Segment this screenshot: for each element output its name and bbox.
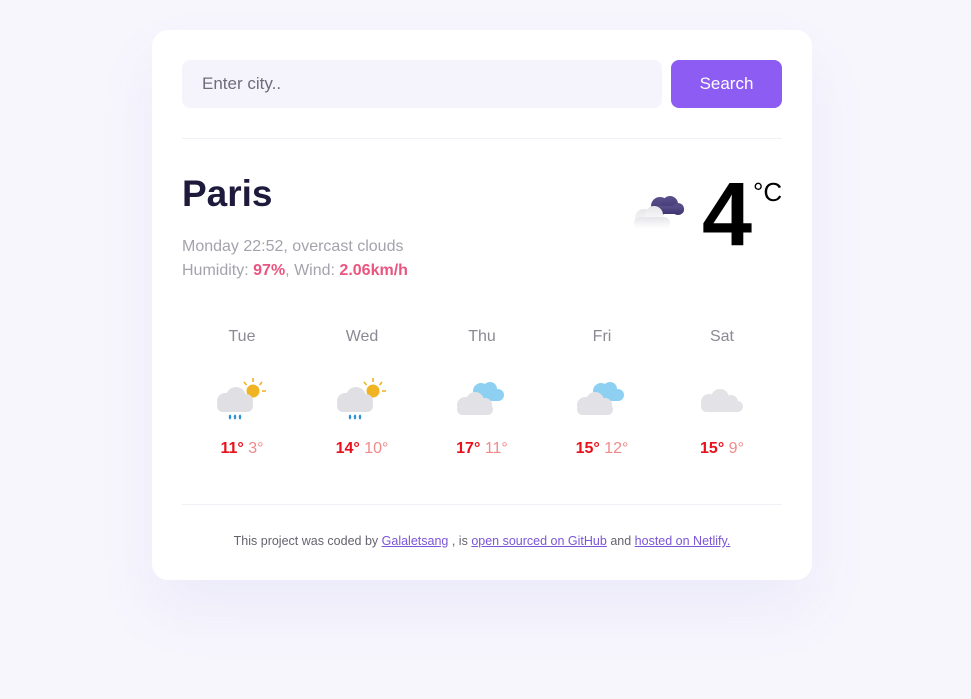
author-link[interactable]: Galaletsang [382,534,449,548]
search-form: Search [182,60,782,108]
min-temp: 9° [728,440,744,457]
min-temp: 11° [484,440,508,457]
cloud-icon [701,389,743,412]
max-temp: 15° [700,440,725,457]
wind-label: , Wind: [285,262,335,279]
wind-value: 2.06km/h [339,262,408,279]
day-temperatures: 14° 10° [302,440,422,458]
overcast-clouds-icon [634,196,684,229]
divider [182,504,782,505]
day-name: Tue [228,328,256,345]
day-temperatures: 15° 12° [542,440,662,458]
forecast-day: Tue 11° 3° [182,326,302,458]
forecast-day: Thu 17° 11° [422,326,542,458]
day-name: Sat [709,328,734,345]
min-temp: 12° [604,440,629,457]
forecast-list: Tue 11° 3° Wed 14° 10° Thu 17° 11° Fri 1… [182,326,782,486]
broken-clouds-icon [457,382,504,415]
current-temperature: 4 [702,165,753,265]
humidity-wind: Humidity: 97%, Wind: 2.06km/h [182,259,408,283]
divider [182,138,782,139]
humidity-value: 97% [253,262,286,279]
footer-text: , is [451,534,468,548]
forecast-day: Wed 14° 10° [302,326,422,458]
rain-sun-icon [217,378,266,420]
max-temp: 15° [575,440,600,457]
weather-details: Monday 22:52, overcast clouds Humidity: … [182,235,408,283]
day-name: Fri [592,328,612,345]
max-temp: 14° [335,440,360,457]
day-temperatures: 11° 3° [182,440,302,458]
min-temp: 3° [248,440,264,457]
footer-text: This project was coded by [233,534,379,548]
search-button[interactable]: Search [671,60,782,108]
humidity-label: Humidity: [182,262,249,279]
city-name: Paris [182,173,273,214]
footer-text: and [610,534,632,548]
temperature-unit: °C [753,177,783,207]
date-description: Monday 22:52, overcast clouds [182,238,404,255]
forecast-day: Sat 15° 9° [662,326,782,458]
max-temp: 17° [456,440,481,457]
day-temperatures: 17° 11° [422,440,542,458]
day-name: Thu [468,328,496,345]
min-temp: 10° [364,440,389,457]
broken-clouds-icon [577,382,624,415]
max-temp: 11° [220,440,244,457]
forecast-day: Fri 15° 12° [542,326,662,458]
day-name: Wed [345,328,379,345]
rain-sun-icon [337,378,386,420]
day-temperatures: 15° 9° [662,440,782,458]
weather-card: Search Paris Monday 22:52, overcast clou… [152,30,812,580]
netlify-link[interactable]: hosted on Netlify. [635,534,731,548]
footer: This project was coded by Galaletsang , … [152,534,812,548]
github-link[interactable]: open sourced on GitHub [471,534,607,548]
city-search-input[interactable] [182,60,662,108]
